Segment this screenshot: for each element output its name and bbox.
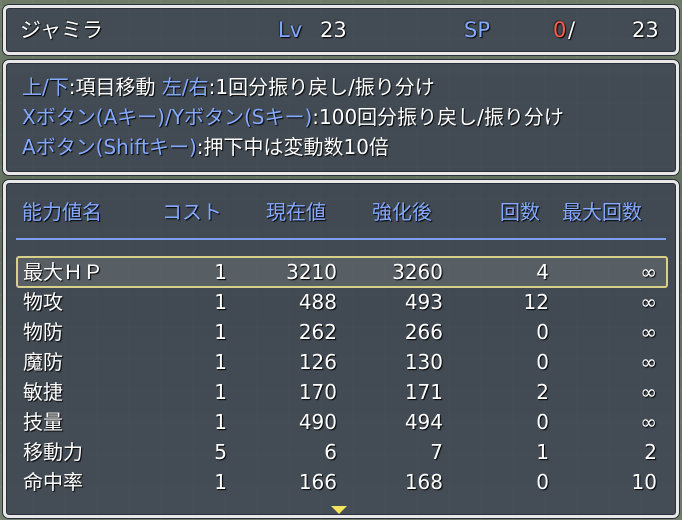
help-key-xy: Xボタン(Aキー)/Yボタン(Sキー): [22, 105, 313, 129]
help-key-a: Aボタン(Shiftキー): [22, 135, 197, 159]
stat-list-window: 能力値名 コスト 現在値 強化後 回数 最大回数 最大ＨＰ 1 3210 3260 4 ∞…: [3, 180, 679, 518]
stat-after: 130: [404, 350, 443, 374]
col-header-cost: コスト: [162, 200, 222, 224]
stat-count: 12: [523, 290, 549, 314]
stat-max: ∞: [640, 260, 657, 284]
stat-name: 物防: [23, 320, 63, 344]
stat-count: 0: [536, 350, 549, 374]
scroll-down-icon[interactable]: [331, 506, 347, 514]
stat-cost: 1: [214, 410, 227, 434]
col-header-name: 能力値名: [22, 200, 102, 224]
stat-row[interactable]: 敏捷 1 170 171 2 ∞: [17, 377, 667, 407]
help-line-3: Aボタン(Shiftキー):押下中は変動数10倍: [22, 133, 389, 161]
stat-after: 3260: [392, 260, 443, 284]
stat-max: ∞: [640, 290, 657, 314]
stat-name: 最大ＨＰ: [23, 260, 103, 284]
stat-name: 魔防: [23, 350, 63, 374]
stat-cost: 5: [214, 440, 227, 464]
stat-current: 488: [298, 290, 337, 314]
stat-max: 2: [644, 440, 657, 464]
stat-current: 262: [298, 320, 337, 344]
stat-name: 命中率: [23, 470, 83, 494]
stat-cost: 1: [214, 290, 227, 314]
help-key-updown: 上/下: [22, 75, 69, 99]
stat-row-selected[interactable]: 最大ＨＰ 1 3210 3260 4 ∞: [16, 256, 668, 288]
stat-name: 敏捷: [23, 380, 63, 404]
stat-count: 0: [536, 320, 549, 344]
col-header-current: 現在値: [266, 200, 326, 224]
stat-name: 技量: [23, 410, 63, 434]
stat-current: 166: [298, 470, 337, 494]
stat-name: 物攻: [23, 290, 63, 314]
stat-current: 6: [324, 440, 337, 464]
stat-count: 2: [536, 380, 549, 404]
help-text-allocate: :1回分振り戻し/振り分け: [208, 75, 435, 99]
stat-row[interactable]: 移動力 5 6 7 1 2: [17, 437, 667, 467]
stat-current: 490: [298, 410, 337, 434]
stat-after: 266: [404, 320, 443, 344]
stat-after: 168: [404, 470, 443, 494]
stat-after: 493: [404, 290, 443, 314]
stat-cost: 1: [214, 350, 227, 374]
stat-after: 494: [404, 410, 443, 434]
help-line-1: 上/下:項目移動 左/右:1回分振り戻し/振り分け: [22, 73, 435, 101]
sp-separator: /: [568, 18, 576, 42]
stat-cost: 1: [214, 380, 227, 404]
stat-max: ∞: [640, 350, 657, 374]
stat-count: 4: [536, 260, 549, 284]
stat-after: 7: [430, 440, 443, 464]
col-header-count: 回数: [500, 200, 540, 224]
stat-row[interactable]: 命中率 1 166 168 0 10: [17, 467, 667, 497]
stat-cost: 1: [214, 470, 227, 494]
stat-max: ∞: [640, 380, 657, 404]
stat-row[interactable]: 物攻 1 488 493 12 ∞: [17, 287, 667, 317]
actor-name: ジャミラ: [20, 18, 103, 42]
stat-max: ∞: [640, 320, 657, 344]
stat-current: 126: [298, 350, 337, 374]
level-value: 23: [320, 18, 347, 42]
level-label: Lv: [278, 18, 303, 42]
sp-current: 0: [553, 18, 567, 42]
help-text-x10: :押下中は変動数10倍: [196, 135, 389, 159]
header-divider: [16, 238, 666, 240]
sp-max: 23: [632, 18, 659, 42]
stat-max: ∞: [640, 410, 657, 434]
stat-max: 10: [631, 470, 657, 494]
status-header-window: ジャミラ Lv 23 SP 0 / 23: [3, 5, 679, 55]
col-header-after: 強化後: [372, 200, 432, 224]
stat-count: 0: [536, 410, 549, 434]
stat-count: 0: [536, 470, 549, 494]
stat-after: 171: [404, 380, 443, 404]
stat-current: 3210: [286, 260, 337, 284]
stat-cost: 1: [214, 320, 227, 344]
stat-row[interactable]: 魔防 1 126 130 0 ∞: [17, 347, 667, 377]
stat-row[interactable]: 技量 1 490 494 0 ∞: [17, 407, 667, 437]
stat-name: 移動力: [23, 440, 83, 464]
col-header-max: 最大回数: [562, 200, 642, 224]
help-window: 上/下:項目移動 左/右:1回分振り戻し/振り分け Xボタン(Aキー)/Yボタン…: [3, 60, 679, 175]
stat-current: 170: [298, 380, 337, 404]
stat-cost: 1: [214, 260, 227, 284]
help-text-100: :100回分振り戻し/振り分け: [312, 105, 564, 129]
stat-row[interactable]: 物防 1 262 266 0 ∞: [17, 317, 667, 347]
sp-label: SP: [464, 18, 490, 42]
help-line-2: Xボタン(Aキー)/Yボタン(Sキー):100回分振り戻し/振り分け: [22, 103, 564, 131]
help-text-move: :項目移動: [68, 75, 162, 99]
help-key-leftright: 左/右: [161, 75, 209, 99]
stat-count: 1: [536, 440, 549, 464]
